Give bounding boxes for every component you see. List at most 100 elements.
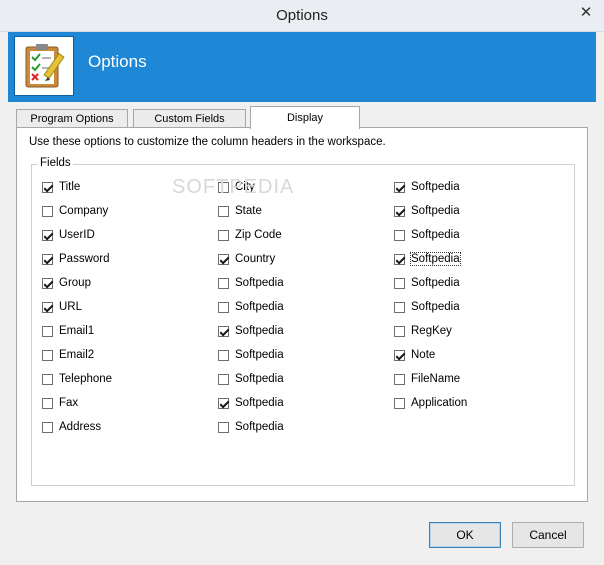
field-checkbox-label: Title: [59, 181, 81, 193]
field-checkbox-label: Softpedia: [235, 277, 284, 289]
checkbox-checked-icon[interactable]: [42, 181, 53, 193]
field-checkbox-label: URL: [59, 301, 83, 313]
checkbox-unchecked-icon[interactable]: [394, 301, 405, 313]
clipboard-checklist-icon: [14, 36, 74, 96]
field-checkbox-label: Group: [59, 277, 91, 289]
field-checkbox-label: FileName: [411, 373, 461, 385]
field-checkbox[interactable]: Softpedia: [394, 251, 461, 267]
field-checkbox-label: Softpedia: [235, 373, 284, 385]
field-checkbox[interactable]: Fax: [42, 395, 78, 411]
field-checkbox[interactable]: URL: [42, 299, 82, 315]
checkbox-checked-icon[interactable]: [218, 325, 229, 337]
checkbox-checked-icon[interactable]: [218, 397, 229, 409]
field-checkbox[interactable]: Title: [42, 179, 80, 195]
cancel-button[interactable]: Cancel: [512, 522, 584, 548]
fields-label: Fields: [38, 157, 73, 169]
field-checkbox[interactable]: City: [218, 179, 255, 195]
checkbox-checked-icon[interactable]: [394, 349, 405, 361]
checkbox-unchecked-icon[interactable]: [218, 277, 229, 289]
checkbox-unchecked-icon[interactable]: [218, 349, 229, 361]
field-checkbox[interactable]: Company: [42, 203, 108, 219]
banner-title: Options: [88, 52, 147, 71]
tab-custom-fields[interactable]: Custom Fields: [133, 109, 246, 128]
checkbox-unchecked-icon[interactable]: [394, 397, 405, 409]
checkbox-checked-icon[interactable]: [394, 205, 405, 217]
field-checkbox[interactable]: Softpedia: [394, 299, 460, 315]
field-checkbox[interactable]: Softpedia: [394, 203, 460, 219]
field-checkbox-label: State: [235, 205, 262, 217]
field-checkbox[interactable]: Note: [394, 347, 435, 363]
field-checkbox[interactable]: Country: [218, 251, 275, 267]
checkbox-unchecked-icon[interactable]: [218, 301, 229, 313]
field-checkbox[interactable]: UserID: [42, 227, 95, 243]
header-banner: Options: [8, 32, 596, 102]
field-checkbox-label: Softpedia: [411, 205, 460, 217]
checkbox-unchecked-icon[interactable]: [394, 229, 405, 241]
field-checkbox[interactable]: Softpedia: [218, 299, 284, 315]
field-checkbox[interactable]: Email1: [42, 323, 94, 339]
tab-display[interactable]: Display: [250, 106, 360, 129]
field-checkbox[interactable]: Address: [42, 419, 101, 435]
field-checkbox-label: Password: [59, 253, 110, 265]
display-description: Use these options to customize the colum…: [29, 136, 386, 148]
field-checkbox[interactable]: Group: [42, 275, 91, 291]
field-checkbox-label: Email1: [59, 325, 95, 337]
field-checkbox-label: Note: [411, 349, 436, 361]
checkbox-unchecked-icon[interactable]: [218, 205, 229, 217]
field-checkbox[interactable]: Softpedia: [218, 395, 284, 411]
field-checkbox[interactable]: FileName: [394, 371, 460, 387]
field-checkbox[interactable]: Softpedia: [394, 227, 460, 243]
checkbox-unchecked-icon[interactable]: [42, 397, 53, 409]
checkbox-unchecked-icon[interactable]: [394, 373, 405, 385]
field-checkbox-label: City: [235, 181, 255, 193]
field-checkbox-label: UserID: [59, 229, 95, 241]
checkbox-unchecked-icon[interactable]: [42, 349, 53, 361]
checkbox-unchecked-icon[interactable]: [42, 325, 53, 337]
field-checkbox-label: Zip Code: [235, 229, 282, 241]
window-title: Options: [276, 7, 328, 24]
checkbox-checked-icon[interactable]: [42, 301, 53, 313]
field-checkbox-label: Softpedia: [410, 252, 461, 266]
checkbox-unchecked-icon[interactable]: [42, 205, 53, 217]
checkbox-unchecked-icon[interactable]: [394, 277, 405, 289]
title-bar: Options ✕: [0, 0, 604, 32]
checkbox-unchecked-icon[interactable]: [218, 229, 229, 241]
field-checkbox-label: Company: [59, 205, 109, 217]
checkbox-checked-icon[interactable]: [394, 253, 405, 265]
close-button[interactable]: ✕: [568, 0, 604, 24]
checkbox-unchecked-icon[interactable]: [218, 373, 229, 385]
checkbox-unchecked-icon[interactable]: [394, 325, 405, 337]
field-checkbox[interactable]: Telephone: [42, 371, 112, 387]
field-checkbox[interactable]: Softpedia: [218, 419, 284, 435]
field-checkbox[interactable]: RegKey: [394, 323, 452, 339]
checkbox-checked-icon[interactable]: [42, 277, 53, 289]
field-checkbox-label: Softpedia: [411, 229, 460, 241]
field-checkbox[interactable]: Softpedia: [394, 179, 460, 195]
tab-program-options[interactable]: Program Options: [16, 109, 128, 128]
checkbox-unchecked-icon[interactable]: [218, 421, 229, 433]
ok-button[interactable]: OK: [429, 522, 501, 548]
checkbox-unchecked-icon[interactable]: [218, 181, 229, 193]
fields-group: Fields Title Company UserID Password Group UR…: [31, 157, 575, 486]
field-checkbox-label: Softpedia: [235, 421, 284, 433]
field-checkbox[interactable]: Softpedia: [218, 371, 284, 387]
field-checkbox-label: Softpedia: [235, 325, 284, 337]
checkbox-checked-icon[interactable]: [394, 181, 405, 193]
field-checkbox-label: Softpedia: [235, 301, 284, 313]
checkbox-checked-icon[interactable]: [42, 253, 53, 265]
field-checkbox[interactable]: Application: [394, 395, 467, 411]
field-checkbox[interactable]: Softpedia: [218, 275, 284, 291]
field-checkbox[interactable]: Softpedia: [218, 323, 284, 339]
field-checkbox[interactable]: Softpedia: [394, 275, 460, 291]
checkbox-checked-icon[interactable]: [218, 253, 229, 265]
checkbox-checked-icon[interactable]: [42, 229, 53, 241]
field-checkbox[interactable]: Password: [42, 251, 110, 267]
close-icon: ✕: [579, 4, 593, 21]
field-checkbox[interactable]: Softpedia: [218, 347, 284, 363]
field-checkbox[interactable]: State: [218, 203, 262, 219]
checkbox-unchecked-icon[interactable]: [42, 373, 53, 385]
field-checkbox[interactable]: Zip Code: [218, 227, 282, 243]
field-checkbox[interactable]: Email2: [42, 347, 94, 363]
checkbox-unchecked-icon[interactable]: [42, 421, 53, 433]
field-checkbox-label: Fax: [59, 397, 79, 409]
